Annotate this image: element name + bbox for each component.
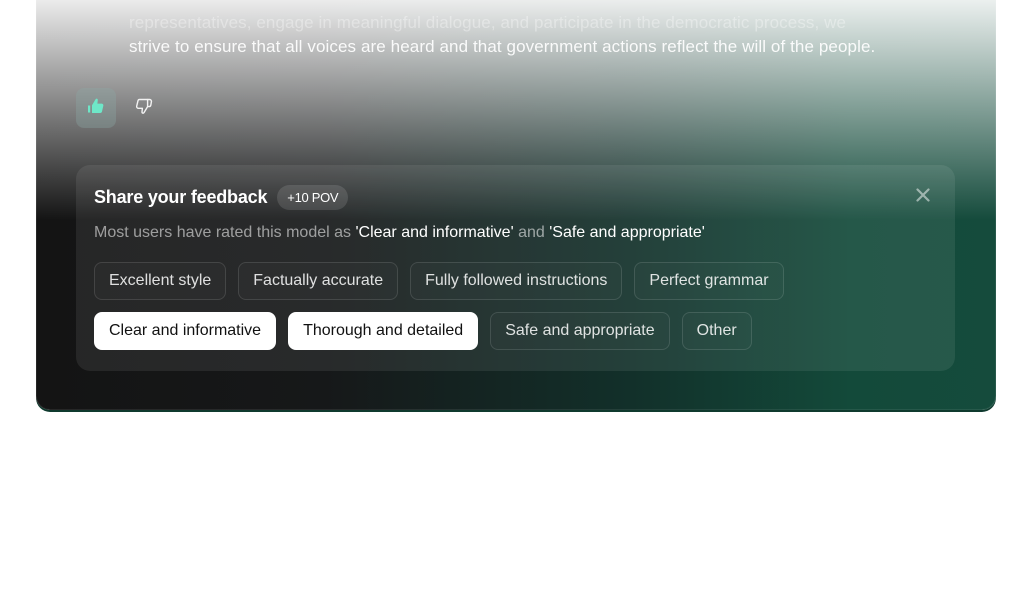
feedback-chips: Excellent style Factually accurate Fully… <box>94 262 934 362</box>
subtitle-highlight-2: 'Safe and appropriate' <box>549 224 705 241</box>
feedback-title: Share your feedback <box>94 187 268 207</box>
close-feedback-button[interactable] <box>913 187 933 207</box>
close-icon <box>916 187 930 207</box>
chip-row-1: Excellent style Factually accurate Fully… <box>94 262 934 300</box>
chat-response-card: representatives, engage in meaningful di… <box>36 0 996 410</box>
thumbs-up-button[interactable] <box>76 88 116 128</box>
feedback-panel: Share your feedback +10 POV Most users h… <box>76 165 955 371</box>
thumbs-down-icon <box>134 96 154 121</box>
chip-excellent-style[interactable]: Excellent style <box>94 262 227 300</box>
chip-other[interactable]: Other <box>681 312 752 350</box>
subtitle-prefix: Most users have rated this model as <box>94 224 356 241</box>
thumbs-up-icon <box>86 96 106 121</box>
chip-clear-and-informative[interactable]: Clear and informative <box>94 312 277 350</box>
response-text-faded-line: representatives, engage in meaningful di… <box>129 13 847 32</box>
chip-row-2: Clear and informative Thorough and detai… <box>94 312 934 350</box>
feedback-subtitle: Most users have rated this model as 'Cle… <box>94 224 705 242</box>
thumbs-down-button[interactable] <box>124 88 164 128</box>
chip-fully-followed-instructions[interactable]: Fully followed instructions <box>410 262 623 300</box>
chip-perfect-grammar[interactable]: Perfect grammar <box>634 262 784 300</box>
rating-bar <box>76 88 164 128</box>
response-text-last-line: strive to ensure that all voices are hea… <box>129 37 876 56</box>
subtitle-mid: and <box>513 224 550 241</box>
chip-thorough-and-detailed[interactable]: Thorough and detailed <box>288 312 479 350</box>
subtitle-highlight-1: 'Clear and informative' <box>355 224 514 241</box>
chip-factually-accurate[interactable]: Factually accurate <box>238 262 399 300</box>
pov-reward-badge: +10 POV <box>277 185 349 210</box>
chip-safe-and-appropriate[interactable]: Safe and appropriate <box>490 312 670 350</box>
